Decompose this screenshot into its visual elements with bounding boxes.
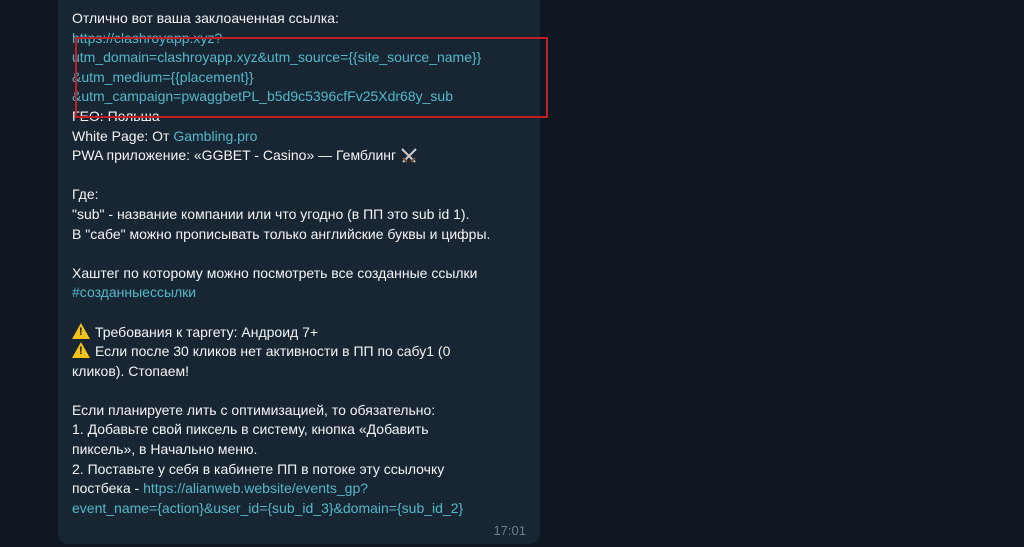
where-item-1: "sub" - название компании или что угодно…	[72, 205, 470, 222]
requirement-text-1: Требования к таргету: Андроид 7+	[95, 323, 319, 340]
requirement-line-2: Если после 30 кликов нет активности в ПП…	[72, 342, 532, 362]
message-text: Отлично вот ваша заклоаченная ссылка: ht…	[72, 9, 548, 519]
intro-text: Отлично вот ваша заклоаченная ссылка:	[72, 10, 339, 26]
optimization-step-1: 1. Добавьте свой пиксель в систему, кноп…	[72, 421, 429, 438]
crossed-swords-icon	[401, 148, 417, 163]
requirement-text-2: Если после 30 кликов нет активности в ПП…	[95, 343, 451, 360]
highlight-box	[75, 37, 548, 118]
optimization-step-2: 2. Поставьте у себя в кабинете ПП в пото…	[72, 460, 445, 477]
postback-link-cont[interactable]: event_name={action}&user_id={sub_id_3}&d…	[72, 499, 532, 519]
pwa-text: PWA приложение: «GGBET - Casino» — Гембл…	[72, 147, 397, 164]
message-bubble: Отлично вот ваша заклоаченная ссылка: ht…	[58, 0, 548, 544]
requirement-line-1: Требования к таргету: Андроид 7+	[72, 322, 532, 343]
postback-line: постбека - https://alianweb.website/even…	[72, 479, 532, 499]
optimization-title: Если планируете лить с оптимизацией, то …	[72, 401, 436, 418]
warning-icon	[72, 322, 90, 339]
hashtag-text: Хаштег по которому можно посмотреть все …	[72, 264, 478, 281]
message-time: 17:01	[493, 523, 526, 538]
warning-icon	[72, 342, 90, 359]
requirement-line-2-cont: кликов). Стопаем!	[72, 362, 190, 379]
white-page-label: White Page: От	[72, 127, 174, 144]
where-title: Где:	[72, 186, 99, 203]
where-item-2: В "сабе" можно прописывать только англий…	[72, 225, 491, 242]
white-page-link[interactable]: Gambling.pro	[173, 128, 257, 144]
postback-link[interactable]: https://alianweb.website/events_gp?	[143, 480, 368, 496]
white-page-line: White Page: От Gambling.pro	[72, 127, 532, 147]
hashtag-link[interactable]: #созданныессылки	[72, 283, 532, 303]
optimization-step-1-cont: пиксель», в Начально меню.	[72, 441, 258, 458]
postback-label: постбека -	[72, 480, 144, 497]
pwa-line: PWA приложение: «GGBET - Casino» — Гембл…	[72, 146, 532, 166]
